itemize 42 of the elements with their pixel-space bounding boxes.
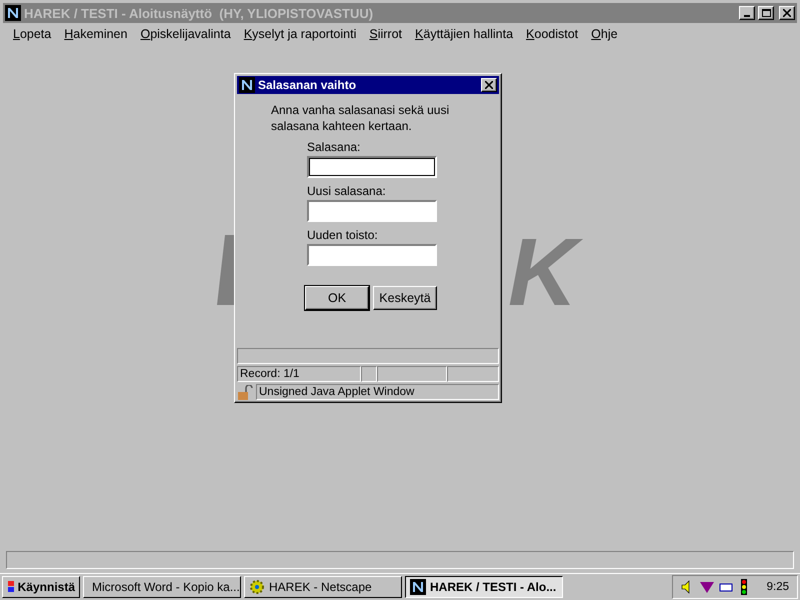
start-button[interactable]: Käynnistä [2,576,80,598]
field-label: Salasana: [307,140,362,154]
window-title: HAREK / TESTI - Aloitusnäyttö (HY, YLIOPISTOVASTUU) [24,6,374,20]
dialog-title: Salasanan vaihto [258,78,358,92]
menu-item[interactable]: Koodistot [526,27,578,41]
background-logo: K [506,225,592,321]
menu-item[interactable]: Ohje [591,27,618,41]
taskbar-button[interactable]: HAREK - Netscape [244,576,402,598]
taskbar-button[interactable]: HAREK / TESTI - Alo... [405,576,563,598]
unlocked-padlock-icon [237,384,253,400]
menu-item[interactable]: Käyttäjien hallinta [415,27,514,41]
taskbar-button[interactable]: Microsoft Word - Kopio ka... [83,576,241,598]
netscape-icon [239,77,255,93]
field-label: Uuden toisto: [307,228,379,242]
instruction-text: Anna vanha salasanasi sekä uusi salasana kahteen kertaan. [271,102,450,134]
password-field[interactable] [307,244,437,266]
maximize-button[interactable] [758,6,774,20]
menu-item[interactable]: Kyselyt ja raportointi [244,27,356,41]
close-button[interactable] [481,78,497,92]
close-icon [485,81,493,89]
maximize-icon [762,9,770,17]
dialog-button[interactable]: OK [305,286,369,310]
field-label: Uusi salasana: [307,184,387,198]
windows-logo-icon [7,580,14,594]
applet-warning: Unsigned Java Applet Window [256,384,499,400]
password-field[interactable] [307,156,437,178]
clock: 9:25 [766,581,789,593]
record-indicator: Record: 1/1 [237,366,361,382]
triangle-icon[interactable] [698,580,715,594]
close-button[interactable] [779,6,795,20]
menu-item[interactable]: Opiskelijavalinta [140,27,231,41]
status-pane [447,366,499,382]
minimize-button[interactable] [739,6,755,20]
menu-item[interactable]: Siirrot [369,27,402,41]
dialog-button[interactable]: Keskeytä [373,286,437,310]
password-field[interactable] [307,200,437,222]
menu-item[interactable]: Lopeta [13,27,52,41]
netscape-icon [410,579,426,595]
netscape-icon [5,5,21,21]
gear-icon [249,579,265,595]
menu-item[interactable]: Hakeminen [64,27,128,41]
close-icon [783,9,791,17]
